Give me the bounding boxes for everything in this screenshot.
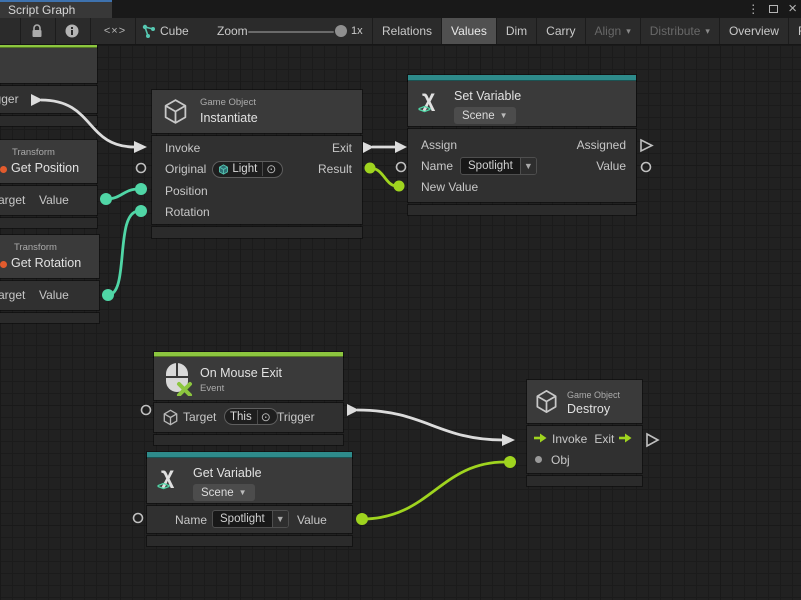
cube-icon <box>534 389 559 419</box>
wire-position[interactable] <box>106 189 139 199</box>
invoke-port-label: Invoke <box>165 141 200 155</box>
wire-rotation[interactable] <box>108 211 139 295</box>
tab-script-graph[interactable]: Script Graph <box>0 0 112 18</box>
window-menu-icon[interactable]: ⋮ <box>747 3 759 15</box>
wires-overlay <box>0 45 801 600</box>
target-port-label: Target <box>0 288 25 302</box>
distribute-button[interactable]: Distribute▾ <box>640 18 719 44</box>
variable-name-dropdown[interactable]: Spotlight ▼ <box>212 510 289 528</box>
chevron-down-icon: ▼ <box>500 111 508 120</box>
value-port-label: Value <box>297 513 327 527</box>
cube-icon <box>162 98 189 130</box>
align-button[interactable]: Align▾ <box>585 18 640 44</box>
rotation-port-label: Rotation <box>165 205 210 219</box>
name-in-port[interactable] <box>397 163 406 172</box>
chevron-down-icon: ▼ <box>520 158 536 174</box>
obj-port-dot-icon <box>535 456 542 463</box>
target-port-label: Target <box>183 410 216 424</box>
flow-out-arrow-icon <box>618 430 632 448</box>
assigned-out-port[interactable] <box>641 140 652 151</box>
info-icon[interactable] <box>62 18 82 44</box>
unity-visual-scripting-window: Script Graph ⋮ × <×> Cube Zoom 1x Relati… <box>0 0 801 600</box>
object-field-light[interactable]: Light ⊙ <box>212 161 283 178</box>
chevron-down-icon: ▾ <box>626 26 631 37</box>
value-out-port[interactable] <box>642 163 651 172</box>
target-port-label: Target <box>0 193 25 207</box>
graph-toolbar: <×> Cube Zoom 1x Relations Values Dim Ca… <box>0 18 801 45</box>
flow-in-arrow-icon <box>533 430 547 448</box>
lock-icon[interactable] <box>26 18 48 44</box>
original-in-port[interactable] <box>137 164 146 173</box>
exit-port-label: Exit <box>594 432 614 446</box>
object-field-this[interactable]: This ⊙ <box>224 408 278 425</box>
zoom-label: Zoom <box>217 18 248 44</box>
name-port-label: Name <box>175 513 207 527</box>
invoke-in-port[interactable] <box>502 434 515 446</box>
relations-button[interactable]: Relations <box>372 18 441 44</box>
assign-port-label: Assign <box>421 138 457 152</box>
value-port-label: Value <box>39 193 69 207</box>
obj-in-port[interactable] <box>504 456 516 468</box>
gameobject-icon <box>218 164 229 175</box>
variable-name-dropdown[interactable]: Spotlight ▼ <box>460 157 537 175</box>
value-port-label: Value <box>596 159 626 173</box>
position-port-label: Position <box>165 184 208 198</box>
chevron-down-icon: ▼ <box>272 511 288 527</box>
original-port-label: Original <box>165 162 206 176</box>
transform-icon <box>0 166 7 173</box>
value-port-label: Value <box>39 288 69 302</box>
variable-scope-dropdown[interactable]: Scene▼ <box>193 484 255 501</box>
name-in-port[interactable] <box>134 514 143 523</box>
invoke-in-port[interactable] <box>134 141 147 153</box>
assign-in-port[interactable] <box>395 141 407 153</box>
wire-trigger-to-destroy[interactable] <box>357 410 503 440</box>
new-value-port-label: New Value <box>421 180 478 194</box>
assigned-port-label: Assigned <box>577 138 626 152</box>
titlebar: Script Graph ⋮ × <box>0 0 801 18</box>
invoke-port-label: Invoke <box>552 432 587 446</box>
code-view-icon[interactable]: <×> <box>100 18 130 44</box>
destroy-exit-out-port[interactable] <box>647 434 658 446</box>
maximize-icon[interactable] <box>769 5 778 13</box>
wire-value-to-obj[interactable] <box>362 462 505 519</box>
zoom-slider-track[interactable] <box>248 31 334 33</box>
target-in-port[interactable] <box>142 406 151 415</box>
dim-button[interactable]: Dim <box>496 18 536 44</box>
script-graph-icon <box>141 18 157 44</box>
chevron-down-icon: ▾ <box>705 26 710 37</box>
object-picker-icon[interactable]: ⊙ <box>257 410 274 424</box>
values-button[interactable]: Values <box>441 18 496 44</box>
graph-context-label[interactable]: Cube <box>160 18 189 44</box>
object-picker-icon[interactable]: ⊙ <box>262 162 279 176</box>
chevron-down-icon: ▼ <box>239 488 247 497</box>
exit-port-label: Exit <box>332 141 352 155</box>
zoom-value: 1x <box>351 18 363 44</box>
close-icon[interactable]: × <box>788 3 797 15</box>
trigger-port-label: Trigger <box>277 410 315 424</box>
name-port-label: Name <box>421 159 453 173</box>
variable-scope-dropdown[interactable]: Scene▼ <box>454 107 516 124</box>
graph-canvas[interactable]: Trigger Transform Get Position Target Va… <box>0 45 801 600</box>
cube-icon <box>162 409 179 431</box>
zoom-slider-handle[interactable] <box>335 25 347 37</box>
carry-button[interactable]: Carry <box>536 18 584 44</box>
obj-port-label: Obj <box>551 453 570 467</box>
overview-button[interactable]: Overview <box>719 18 788 44</box>
trigger-port-label: Trigger <box>0 92 19 106</box>
mouse-exit-icon <box>163 362 195 401</box>
transform-icon <box>0 261 7 268</box>
fullscreen-button[interactable]: Full Screen <box>788 18 801 44</box>
result-port-label: Result <box>318 162 352 176</box>
